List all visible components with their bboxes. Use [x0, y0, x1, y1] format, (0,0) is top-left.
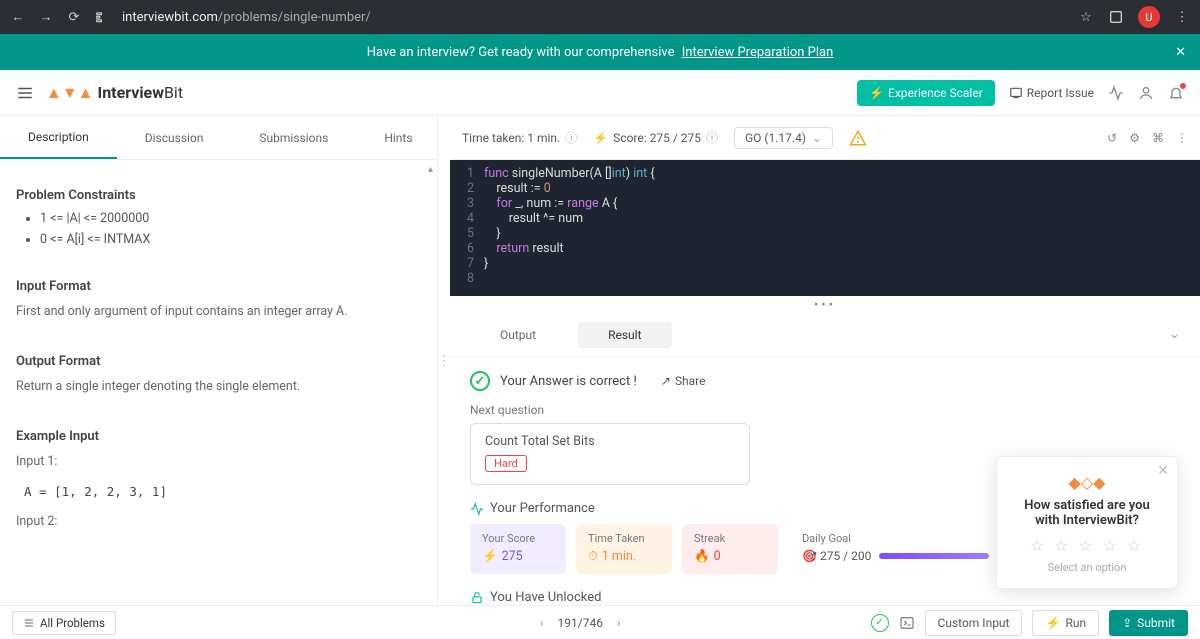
settings-icon[interactable]: ⚙ — [1129, 131, 1140, 145]
correct-row: ✓ Your Answer is correct ! ↗ Share — [470, 363, 1180, 393]
site-settings-icon[interactable] — [94, 9, 110, 25]
correct-msg: Your Answer is correct ! — [500, 374, 637, 389]
shortcut-icon[interactable]: ⌘ — [1152, 131, 1164, 145]
extension-icon[interactable] — [1108, 9, 1124, 25]
check-icon: ✓ — [470, 371, 490, 391]
survey-close-icon[interactable]: ✕ — [1157, 463, 1169, 479]
example-label: Input 1: — [16, 452, 421, 472]
survey-popup: ✕ ◆◇◆ How satisfied are you with Intervi… — [996, 456, 1178, 589]
browser-bar: ← → ⟳ interviewbit.com/problems/single-n… — [0, 0, 1200, 34]
output-tabs: Output Result ⌄ — [450, 313, 1200, 357]
bottom-bar: All Problems ‹ 191/746 › ✓ Custom Input … — [0, 605, 1200, 639]
stat-score: Your Score ⚡275 — [470, 524, 566, 574]
unlocked-title: You Have Unlocked — [470, 590, 1180, 605]
bell-icon[interactable] — [1168, 85, 1184, 101]
problem-body: ▴ Problem Constraints 1 <= |A| <= 200000… — [0, 160, 437, 605]
example-label: Input 2: — [16, 512, 421, 532]
next-question-label: Next question — [470, 403, 1180, 417]
run-button[interactable]: ⚡Run — [1032, 610, 1099, 636]
stat-time: Time Taken ⏱1 min. — [576, 524, 672, 574]
input-format-title: Input Format — [16, 279, 421, 294]
constraint-item: 1 <= |A| <= 2000000 — [40, 211, 421, 226]
problem-position: 191/746 — [558, 616, 603, 630]
difficulty-badge: Hard — [485, 455, 527, 472]
experience-scaler-button[interactable]: ⚡ Experience Scaler — [857, 80, 995, 106]
example-title: Example Input — [16, 429, 421, 444]
code-editor[interactable]: 1func singleNumber(A []int) int { 2 resu… — [450, 160, 1200, 296]
input-format-text: First and only argument of input contain… — [16, 302, 421, 322]
tab-submissions[interactable]: Submissions — [231, 116, 356, 159]
hamburger-icon[interactable] — [16, 84, 34, 102]
banner-close-icon[interactable]: ✕ — [1175, 45, 1186, 60]
reload-icon[interactable]: ⟳ — [66, 9, 82, 25]
next-question-card[interactable]: Count Total Set Bits Hard — [470, 423, 750, 485]
user-icon[interactable] — [1138, 85, 1154, 101]
warning-icon[interactable] — [849, 129, 867, 147]
scroll-up-icon[interactable]: ▴ — [428, 164, 433, 175]
promo-banner: Have an interview? Get ready with our co… — [0, 34, 1200, 70]
left-panel: Description Discussion Submissions Hints… — [0, 116, 438, 605]
prev-problem-icon[interactable]: ‹ — [536, 616, 548, 630]
survey-hint: Select an option — [1011, 561, 1163, 574]
editor-resize-handle[interactable]: ••• — [450, 296, 1200, 313]
constraint-item: 0 <= A[i] <= INTMAX — [40, 232, 421, 247]
collapse-icon[interactable]: ⌄ — [1169, 327, 1180, 342]
language-select[interactable]: GO (1.17.4) ⌄ — [734, 127, 833, 149]
problem-nav: ‹ 191/746 › — [536, 616, 625, 630]
reset-icon[interactable]: ↺ — [1107, 131, 1117, 145]
survey-stars[interactable]: ☆ ☆ ☆ ☆ ☆ — [1011, 536, 1163, 555]
tab-hints[interactable]: Hints — [356, 116, 440, 159]
app-header: ▲▼▲ InterviewBit ⚡ Experience Scaler Rep… — [0, 70, 1200, 116]
constraints-title: Problem Constraints — [16, 188, 421, 203]
star-icon[interactable]: ☆ — [1078, 9, 1094, 25]
survey-logo-icon: ◆◇◆ — [1011, 473, 1163, 492]
status-ok-icon[interactable]: ✓ — [871, 614, 889, 632]
goal-progress-bar — [879, 553, 989, 559]
stat-streak: Streak 🔥0 — [682, 524, 778, 574]
report-issue-button[interactable]: Report Issue — [1009, 86, 1094, 100]
custom-input-button[interactable]: Custom Input — [925, 610, 1023, 636]
tab-discussion[interactable]: Discussion — [117, 116, 232, 159]
score-chip: ⚡ Score: 275 / 275 ⓘ — [593, 129, 718, 146]
output-format-title: Output Format — [16, 354, 421, 369]
constraints-list: 1 <= |A| <= 2000000 0 <= A[i] <= INTMAX — [40, 211, 421, 247]
tab-description[interactable]: Description — [0, 116, 117, 159]
time-chip: Time taken: 1 min. ⓘ — [462, 129, 577, 146]
activity-icon[interactable] — [1108, 85, 1124, 101]
console-icon[interactable] — [899, 615, 915, 631]
panel-resize-handle[interactable]: ⋮ — [438, 116, 450, 605]
problem-tabs: Description Discussion Submissions Hints — [0, 116, 437, 160]
banner-link[interactable]: Interview Preparation Plan — [682, 45, 834, 60]
survey-question: How satisfied are you with InterviewBit? — [1011, 498, 1163, 528]
tab-result[interactable]: Result — [578, 322, 671, 348]
back-icon[interactable]: ← — [10, 9, 26, 25]
next-question-title: Count Total Set Bits — [485, 434, 735, 449]
brand-logo[interactable]: ▲▼▲ InterviewBit — [46, 83, 183, 103]
share-button[interactable]: ↗ Share — [661, 374, 706, 388]
editor-toolbar: Time taken: 1 min. ⓘ ⚡ Score: 275 / 275 … — [450, 116, 1200, 160]
output-format-text: Return a single integer denoting the sin… — [16, 377, 421, 397]
profile-avatar[interactable]: U — [1138, 6, 1160, 28]
example-code: A = [1, 2, 2, 3, 1] — [24, 482, 421, 502]
more-icon[interactable]: ⋮ — [1176, 131, 1188, 145]
banner-text: Have an interview? Get ready with our co… — [367, 45, 675, 60]
all-problems-button[interactable]: All Problems — [12, 611, 116, 635]
menu-icon[interactable]: ⋮ — [1174, 9, 1190, 25]
next-problem-icon[interactable]: › — [613, 616, 625, 630]
tab-output[interactable]: Output — [470, 322, 566, 348]
forward-icon[interactable]: → — [38, 9, 54, 25]
url-display[interactable]: interviewbit.com/problems/single-number/ — [122, 10, 371, 25]
submit-button[interactable]: ⇪Submit — [1109, 610, 1188, 636]
